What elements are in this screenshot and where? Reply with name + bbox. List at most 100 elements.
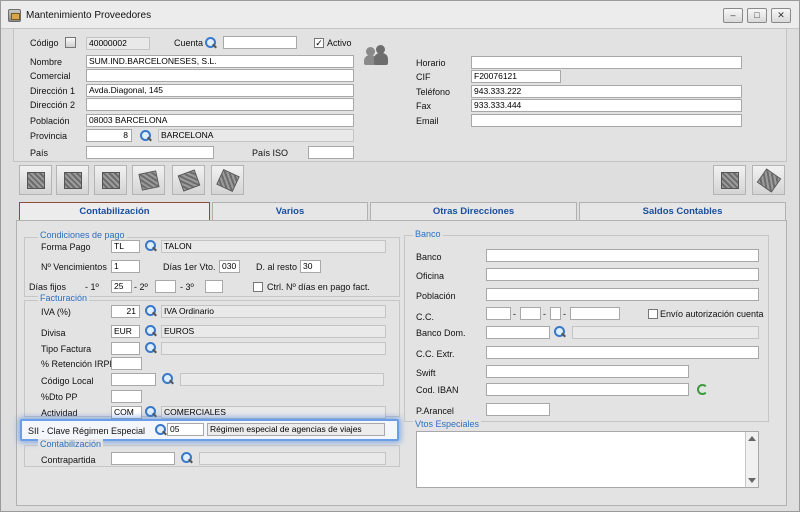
dia-fijo-3-field[interactable] (205, 280, 223, 293)
provincia-search-icon[interactable] (139, 129, 152, 142)
tab-saldos-contables[interactable]: Saldos Contables (579, 202, 786, 221)
provincia-code-field[interactable]: 8 (86, 129, 132, 142)
close-button[interactable]: ✕ (771, 8, 791, 23)
sii-search-icon[interactable] (154, 423, 167, 436)
envio-autorizacion-label: Envío autorización cuenta (660, 309, 764, 319)
actividad-label: Actividad (41, 408, 78, 418)
dia-fijo-1-field[interactable]: 25 (111, 280, 132, 293)
sii-label: SII - Clave Régimen Especial (28, 426, 146, 436)
nombre-field[interactable]: SUM.IND.BARCELONESES, S.L. (86, 55, 354, 68)
main-window: Mantenimiento Proveedores – □ ✕ Código 4… (0, 0, 800, 512)
divisa-search-icon[interactable] (144, 324, 157, 337)
direccion1-field[interactable]: Avda.Diagonal, 145 (86, 84, 354, 97)
toolbar-print-button[interactable] (713, 165, 746, 195)
app-icon (8, 9, 21, 22)
actividad-search-icon[interactable] (144, 405, 157, 418)
swift-field[interactable] (486, 365, 689, 378)
sii-code-field[interactable]: 05 (167, 423, 204, 436)
banco-dom-field[interactable] (486, 326, 550, 339)
tab-otras-direcciones[interactable]: Otras Direcciones (370, 202, 577, 221)
cc-entidad-field[interactable] (486, 307, 511, 320)
activo-checkbox[interactable]: ✓ (314, 38, 324, 48)
divisa-code-field[interactable]: EUR (111, 325, 140, 338)
contrapartida-search-icon[interactable] (180, 451, 193, 464)
contrapartida-name-field (199, 452, 386, 465)
toolbar-delete-button[interactable] (211, 165, 244, 195)
contrapartida-field[interactable] (111, 452, 175, 465)
banco-dom-search-icon[interactable] (553, 325, 566, 338)
cc-extr-field[interactable] (486, 346, 759, 359)
iva-name-field: IVA Ordinario (161, 305, 386, 318)
forma-pago-label: Forma Pago (41, 242, 91, 252)
dto-pp-field[interactable] (111, 390, 142, 403)
codigo-lookup-button[interactable] (65, 37, 76, 48)
telefono-label: Teléfono (416, 87, 451, 97)
oficina-field[interactable] (486, 268, 759, 281)
provincia-label: Provincia (30, 131, 68, 141)
dia-fijo-2-field[interactable] (155, 280, 176, 293)
cif-field[interactable]: F20076121 (471, 70, 561, 83)
d-al-resto-field[interactable]: 30 (300, 260, 321, 273)
dias-1er-vto-label: Días 1er Vto. (163, 262, 216, 272)
toolbar-next-button[interactable] (94, 165, 127, 195)
codigo-local-search-icon[interactable] (161, 372, 174, 385)
oficina-label: Oficina (416, 271, 445, 281)
codigo-field[interactable]: 40000002 (86, 37, 150, 50)
tab-contabilizacion[interactable]: Contabilización (19, 202, 210, 221)
pais-field[interactable] (86, 146, 214, 159)
cc-dash-1: - (513, 309, 516, 319)
ctrl-dias-checkbox[interactable] (253, 282, 263, 292)
n-vencimientos-field[interactable]: 1 (111, 260, 140, 273)
maximize-button[interactable]: □ (747, 8, 767, 23)
refresh-iban-icon[interactable] (697, 384, 708, 395)
divisa-label: Divisa (41, 328, 66, 338)
vtos-especiales-textarea[interactable] (416, 431, 759, 488)
cc-cuenta-field[interactable] (570, 307, 620, 320)
dias-fijos-label: Días fijos (29, 282, 67, 292)
toolbar-edit-button[interactable] (172, 165, 205, 195)
cuenta-search-icon[interactable] (204, 36, 217, 49)
cc-dc-field[interactable] (550, 307, 561, 320)
toolbar-first-button[interactable] (19, 165, 52, 195)
tipo-factura-field[interactable] (111, 342, 140, 355)
toolbar-prev-button[interactable] (56, 165, 89, 195)
last-record-icon (138, 170, 160, 191)
banco-poblacion-field[interactable] (486, 288, 759, 301)
retencion-irpf-field[interactable] (111, 357, 142, 370)
fax-field[interactable]: 933.333.444 (471, 99, 742, 112)
toolbar-exit-button[interactable] (752, 165, 785, 195)
cc-oficina-field[interactable] (520, 307, 541, 320)
tipo-factura-search-icon[interactable] (144, 341, 157, 354)
forma-pago-code-field[interactable]: TL (111, 240, 140, 253)
pais-iso-label: País ISO (252, 148, 289, 158)
iva-search-icon[interactable] (144, 304, 157, 317)
forma-pago-search-icon[interactable] (144, 239, 157, 252)
scroll-down-icon[interactable] (748, 478, 756, 483)
email-field[interactable] (471, 114, 742, 127)
telefono-field[interactable]: 943.333.222 (471, 85, 742, 98)
p-arancel-field[interactable] (486, 403, 550, 416)
banco-field[interactable] (486, 249, 759, 262)
iva-code-field[interactable]: 21 (111, 305, 140, 318)
direccion2-field[interactable] (86, 98, 354, 111)
poblacion-field[interactable]: 08003 BARCELONA (86, 114, 354, 127)
cuenta-field[interactable] (223, 36, 297, 49)
comercial-field[interactable] (86, 69, 354, 82)
toolbar-last-button[interactable] (132, 165, 165, 195)
tab-varios[interactable]: Varios (212, 202, 368, 221)
contacts-icon[interactable] (364, 45, 388, 67)
cc-dash-2: - (543, 309, 546, 319)
minimize-button[interactable]: – (723, 8, 743, 23)
vtos-scrollbar[interactable] (745, 432, 758, 487)
banco-title: Banco (413, 229, 443, 239)
dias-1er-vto-field[interactable]: 030 (219, 260, 240, 273)
iban-field[interactable] (486, 383, 689, 396)
pais-iso-field[interactable] (308, 146, 354, 159)
comercial-label: Comercial (30, 71, 71, 81)
horario-field[interactable] (471, 56, 742, 69)
scroll-up-icon[interactable] (748, 436, 756, 441)
actividad-code-field[interactable]: COM (111, 406, 142, 419)
iban-label: Cod. IBAN (416, 385, 459, 395)
codigo-local-field[interactable] (111, 373, 156, 386)
envio-autorizacion-checkbox[interactable] (648, 309, 658, 319)
